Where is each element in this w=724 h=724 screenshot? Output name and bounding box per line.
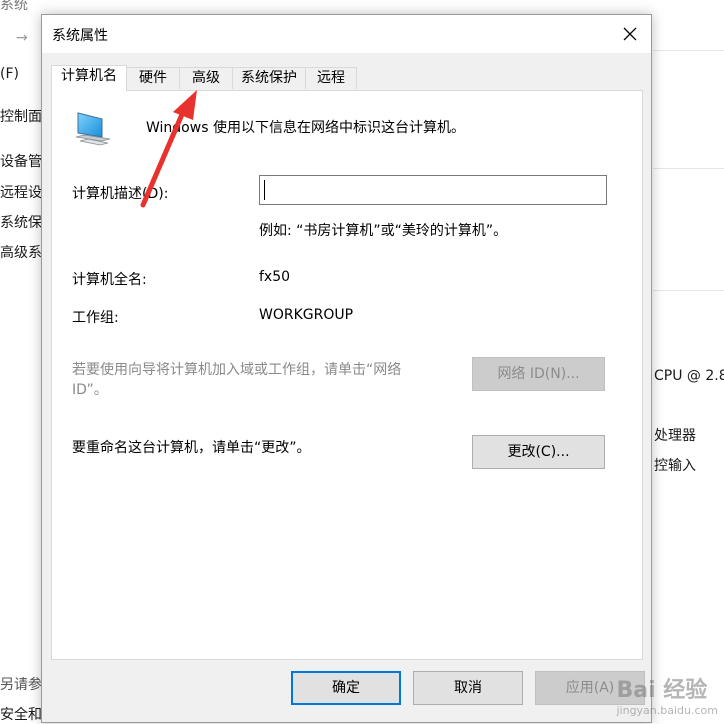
- computer-icon: [75, 112, 111, 146]
- computer-description-input[interactable]: [259, 175, 607, 205]
- watermark-url: jingyan.baidu.com: [616, 704, 718, 717]
- dialog-title: 系统属性: [52, 28, 108, 44]
- background-window-left: 系统 → (F) 控制面 设备管 远程设 系统保 高级系 另请参 安全和维: [0, 0, 56, 723]
- bg-cpu-text: CPU @ 2.8: [654, 368, 724, 384]
- bg-link-remote[interactable]: 远程设: [0, 182, 42, 202]
- bg-see-also: 另请参: [0, 677, 42, 693]
- background-window-right: CPU @ 2.8 处理器 控输入: [653, 0, 724, 723]
- bg-divider: [653, 290, 724, 291]
- close-button[interactable]: [617, 21, 643, 47]
- workgroup-value: WORKGROUP: [259, 307, 354, 323]
- header-text: Windows 使用以下信息在网络中标识这台计算机。: [146, 120, 465, 136]
- bg-divider: [653, 168, 724, 169]
- network-hint-line-1: 若要使用向导将计算机加入域或工作组，请单击“网络: [72, 362, 402, 378]
- text-caret: [264, 180, 265, 200]
- back-arrow-icon: →: [16, 30, 28, 46]
- tab-computer-name[interactable]: 计算机名: [51, 65, 127, 91]
- bg-input-text: 控输入: [654, 458, 696, 474]
- example-text: 例如: “书房计算机”或“美玲的计算机”。: [259, 223, 508, 239]
- bg-processor-text: 处理器: [654, 428, 696, 444]
- tab-panel-computer-name: Windows 使用以下信息在网络中标识这台计算机。 计算机描述(D): 例如:…: [51, 90, 643, 660]
- network-hint-line-2: ID”。: [72, 382, 108, 398]
- bg-link-protection[interactable]: 系统保: [0, 212, 42, 232]
- bg-link-advanced[interactable]: 高级系: [0, 242, 42, 262]
- tab-hardware[interactable]: 硬件: [126, 67, 180, 89]
- description-label: 计算机描述(D):: [72, 186, 169, 202]
- workgroup-label: 工作组:: [72, 310, 119, 326]
- bg-link-device-manager[interactable]: 设备管: [0, 151, 42, 171]
- full-name-value: fx50: [259, 269, 291, 285]
- tab-advanced[interactable]: 高级: [179, 67, 233, 89]
- system-properties-dialog: 系统属性 计算机名 硬件 高级 系统保护 远程 Windows 使用以下信息在网…: [41, 14, 652, 723]
- close-icon: [623, 27, 637, 41]
- full-name-label: 计算机全名:: [72, 272, 147, 288]
- cancel-button[interactable]: 取消: [413, 671, 523, 705]
- watermark-brand: Bai 经验: [616, 678, 708, 703]
- title-bar[interactable]: 系统属性: [42, 15, 651, 53]
- change-button[interactable]: 更改(C)...: [472, 435, 605, 469]
- tab-system-protection[interactable]: 系统保护: [232, 67, 306, 89]
- network-id-button[interactable]: 网络 ID(N)...: [472, 357, 605, 391]
- bg-breadcrumb: 系统: [0, 0, 28, 13]
- rename-text: 要重命名这台计算机，请单击“更改”。: [72, 440, 311, 456]
- ok-button[interactable]: 确定: [291, 671, 401, 705]
- watermark: Bai 经验 jingyan.baidu.com: [616, 672, 718, 717]
- bg-divider: [653, 50, 724, 51]
- bg-menu-file[interactable]: (F): [0, 66, 19, 82]
- bg-link-control-panel[interactable]: 控制面: [0, 106, 42, 126]
- tab-remote[interactable]: 远程: [305, 67, 357, 89]
